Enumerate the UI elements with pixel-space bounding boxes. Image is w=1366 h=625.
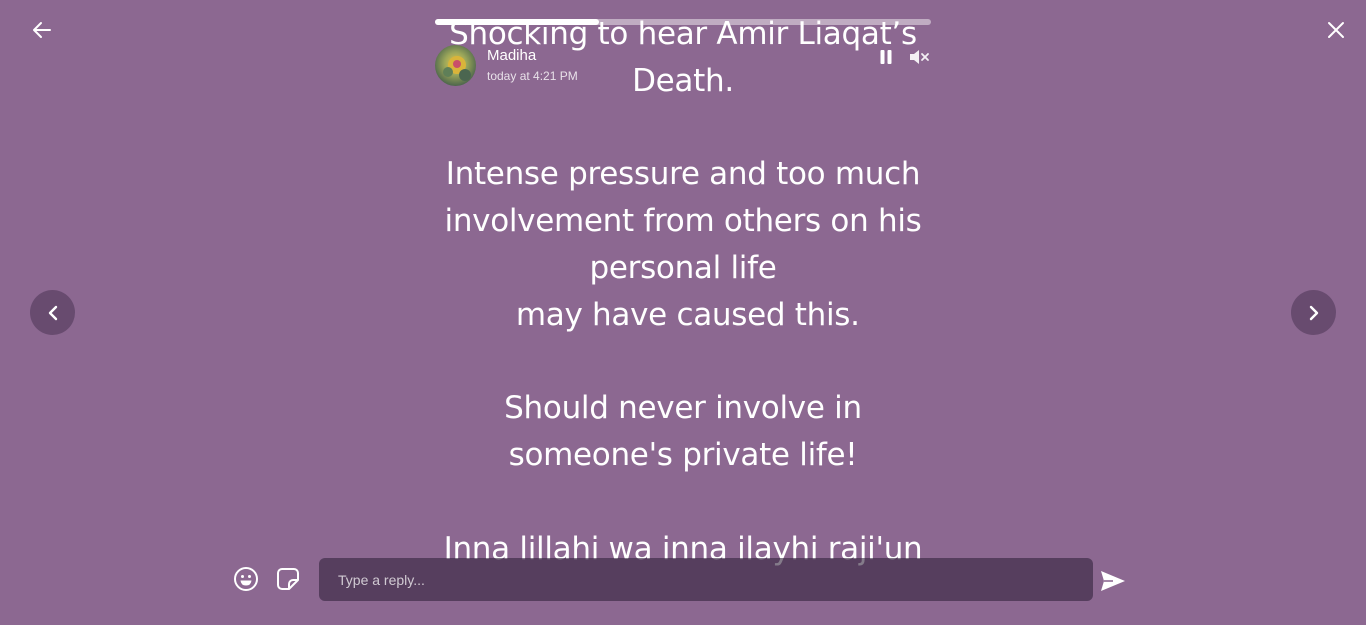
previous-story-button[interactable] [30, 290, 75, 335]
close-icon [1328, 22, 1344, 38]
reply-input[interactable] [319, 558, 1093, 601]
avatar[interactable] [435, 45, 476, 86]
story-viewer: Shocking to hear Amir Liaqat’s Death. In… [0, 0, 1366, 625]
mute-button[interactable] [906, 46, 932, 68]
chevron-right-icon [1309, 305, 1318, 320]
back-button[interactable] [26, 14, 58, 46]
send-icon [1101, 571, 1125, 591]
author-name[interactable]: Madiha [487, 47, 536, 64]
story-text: Shocking to hear Amir Liaqat’s Death. In… [443, 16, 923, 567]
sticker-button[interactable] [274, 565, 302, 593]
post-time: today at 4:21 PM [487, 69, 578, 83]
avatar-image [435, 45, 476, 86]
smiley-icon [234, 567, 258, 591]
arrow-left-icon [33, 22, 51, 38]
sticker-icon [277, 568, 299, 590]
volume-muted-icon [910, 50, 929, 64]
pause-icon [880, 50, 892, 64]
emoji-button[interactable] [232, 565, 260, 593]
send-button[interactable] [1098, 566, 1128, 596]
reply-box [319, 558, 1093, 601]
next-story-button[interactable] [1291, 290, 1336, 335]
pause-button[interactable] [875, 46, 897, 68]
chevron-left-icon [48, 305, 57, 320]
close-button[interactable] [1320, 14, 1352, 46]
